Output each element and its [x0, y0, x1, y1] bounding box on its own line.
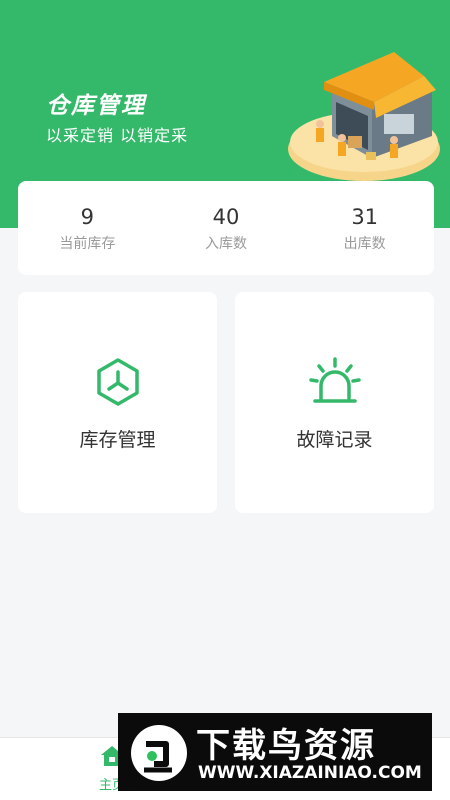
watermark-url: WWW.XIAZAINIAO.COM	[198, 763, 422, 783]
card-label: 故障记录	[296, 429, 373, 451]
stat-current-stock[interactable]: 9 当前库存	[18, 181, 157, 275]
card-label: 库存管理	[79, 429, 156, 451]
bird-logo-icon	[131, 725, 187, 781]
inventory-management-card[interactable]: 库存管理	[18, 292, 217, 513]
cube-icon	[97, 358, 139, 406]
watermark-banner: 下载鸟资源 WWW.XIAZAINIAO.COM	[118, 713, 432, 791]
stat-value: 9	[80, 205, 95, 229]
stat-label: 当前库存	[59, 236, 116, 252]
stat-value: 31	[351, 205, 379, 229]
page-subtitle: 以采定销 以销定采	[46, 126, 189, 145]
stat-inbound[interactable]: 40 入库数	[157, 181, 296, 275]
stat-outbound[interactable]: 31 出库数	[295, 181, 434, 275]
stat-label: 入库数	[205, 236, 247, 252]
watermark-title: 下载鸟资源	[196, 726, 376, 766]
alarm-light-icon	[309, 357, 361, 403]
stat-label: 出库数	[343, 236, 386, 252]
page-title: 仓库管理	[46, 93, 146, 119]
warehouse-illustration-icon	[288, 52, 440, 181]
stat-value: 40	[212, 205, 240, 229]
fault-record-card[interactable]: 故障记录	[235, 292, 434, 513]
stats-panel: 9 当前库存 40 入库数 31 出库数	[18, 181, 434, 275]
